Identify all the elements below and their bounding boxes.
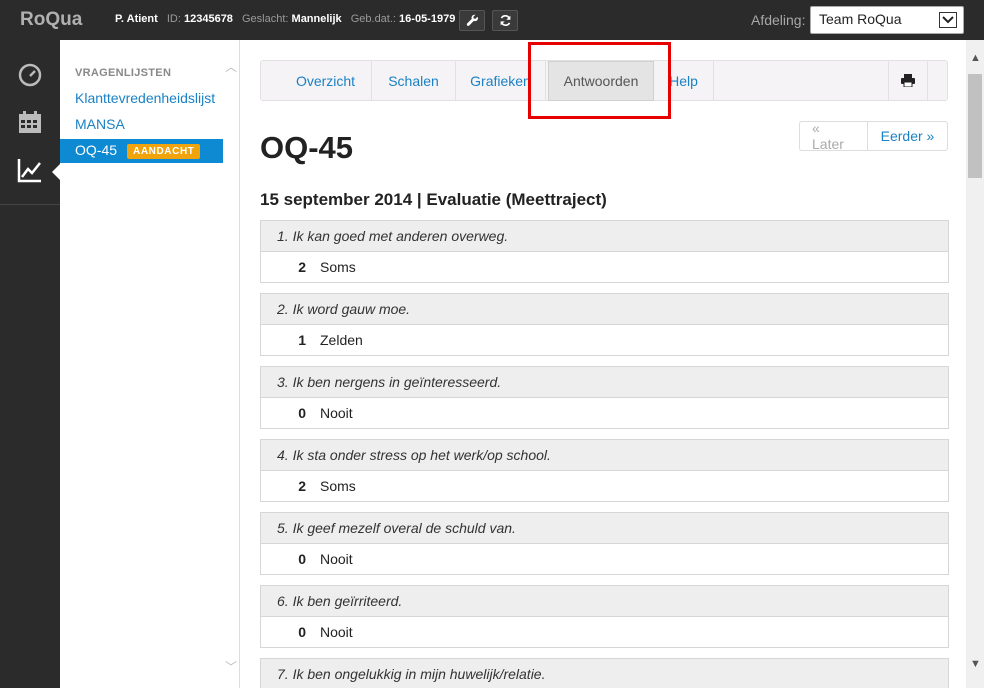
answer-text: Nooit — [320, 624, 353, 640]
print-button[interactable] — [888, 61, 928, 100]
print-icon — [901, 74, 915, 87]
question-text: 7. Ik ben ongelukkig in mijn huwelijk/re… — [261, 659, 948, 688]
department-select[interactable]: Team RoQua — [810, 6, 964, 34]
main-content: Overzicht Schalen Grafieken Antwoorden H… — [241, 40, 966, 688]
answer-row: 1 Zelden — [261, 325, 948, 355]
question-text: 5. Ik geef mezelf overal de schuld van. — [261, 513, 948, 544]
question-text: 4. Ik sta onder stress op het werk/op sc… — [261, 440, 948, 471]
page-scrollbar[interactable]: ▲ ▼ — [966, 40, 984, 688]
answer-text: Nooit — [320, 551, 353, 567]
sidebar-item-klanttevredenheidslijst[interactable]: Klanttevredenheidslijst — [60, 87, 223, 111]
answer-row: 0 Nooit — [261, 544, 948, 574]
department-value: Team RoQua — [819, 11, 902, 27]
patient-id: 12345678 — [183, 13, 233, 25]
question-text: 1. Ik kan goed met anderen overweg. — [261, 221, 948, 252]
pager: « Later Eerder » — [799, 120, 948, 152]
answer-score: 1 — [298, 332, 306, 348]
question-text: 6. Ik ben geïrriteerd. — [261, 586, 948, 617]
chevron-down-icon[interactable]: ﹀ — [225, 658, 237, 675]
patient-name: P. Atient — [115, 13, 158, 25]
answer-row: 2 Soms — [261, 471, 948, 501]
chart-icon[interactable] — [17, 157, 43, 183]
answer-score: 2 — [298, 478, 306, 494]
answer-text: Soms — [320, 259, 356, 275]
question-item: 5. Ik geef mezelf overal de schuld van. … — [260, 512, 949, 575]
answer-row: 0 Nooit — [261, 398, 948, 428]
highlight-box — [528, 42, 671, 119]
scrollbar-thumb[interactable] — [968, 74, 982, 178]
later-button[interactable]: « Later — [800, 120, 868, 152]
sidebar-item-label: MANSA — [75, 116, 125, 132]
tab-schalen[interactable]: Schalen — [372, 61, 456, 100]
patient-gender: Mannelijk — [291, 13, 342, 25]
sidebar-item-label: Klanttevredenheidslijst — [75, 90, 216, 106]
department-label: Afdeling: — [751, 12, 806, 28]
calendar-icon[interactable] — [17, 109, 43, 135]
sidebar: VRAGENLIJSTEN Klanttevredenheidslijst MA… — [60, 40, 240, 688]
rail-divider — [0, 204, 60, 205]
icon-rail — [0, 40, 60, 688]
answer-text: Nooit — [320, 405, 353, 421]
answer-text: Soms — [320, 478, 356, 494]
question-item: 4. Ik sta onder stress op het werk/op sc… — [260, 439, 949, 502]
answer-score: 0 — [298, 405, 306, 421]
question-item: 3. Ik ben nergens in geïnteresseerd. 0 No… — [260, 366, 949, 429]
earlier-button[interactable]: Eerder » — [868, 122, 947, 150]
tab-overzicht[interactable]: Overzicht — [280, 61, 372, 100]
patient-info: P. Atient ID: 12345678 Geslacht: Manneli… — [115, 13, 461, 25]
question-item: 2. Ik word gauw moe. 1 Zelden — [260, 293, 949, 356]
sidebar-item-label: OQ-45 — [75, 142, 118, 158]
wrench-button[interactable] — [459, 10, 485, 31]
question-item: 1. Ik kan goed met anderen overweg. 2 Som… — [260, 220, 949, 283]
chevron-up-icon[interactable]: ︿ — [225, 58, 237, 75]
sidebar-heading: VRAGENLIJSTEN — [75, 67, 172, 79]
patient-dob-label: Geb.dat.: — [350, 13, 396, 25]
answer-score: 0 — [298, 551, 306, 567]
status-badge: AANDACHT — [127, 144, 201, 159]
page-title: OQ-45 — [260, 130, 354, 165]
question-item: 7. Ik ben ongelukkig in mijn huwelijk/re… — [260, 658, 949, 688]
dashboard-icon[interactable] — [17, 62, 43, 88]
answer-text: Zelden — [320, 332, 363, 348]
scroll-up-icon[interactable]: ▲ — [970, 52, 981, 64]
refresh-icon — [500, 15, 510, 26]
answer-score: 0 — [298, 624, 306, 640]
measurement-subtitle: 15 september 2014 | Evaluatie (Meettraje… — [260, 190, 607, 209]
question-item: 6. Ik ben geïrriteerd. 0 Nooit — [260, 585, 949, 648]
wrench-icon — [466, 14, 478, 26]
patient-gender-label: Geslacht: — [242, 13, 289, 25]
top-bar: RoQua P. Atient ID: 12345678 Geslacht: M… — [0, 0, 984, 40]
answer-score: 2 — [298, 259, 306, 275]
answer-row: 2 Soms — [261, 252, 948, 282]
question-text: 3. Ik ben nergens in geïnteresseerd. — [261, 367, 948, 398]
sidebar-item-oq-45[interactable]: OQ-45 AANDACHT — [60, 139, 223, 163]
scroll-down-icon[interactable]: ▼ — [970, 658, 981, 670]
sidebar-item-mansa[interactable]: MANSA — [60, 113, 223, 137]
answer-row: 0 Nooit — [261, 617, 948, 647]
active-pointer — [52, 164, 60, 180]
patient-dob: 16-05-1979 — [399, 13, 456, 25]
chevron-down-icon — [939, 12, 957, 28]
refresh-button[interactable] — [492, 10, 518, 31]
question-text: 2. Ik word gauw moe. — [261, 294, 948, 325]
patient-id-label: ID: — [166, 13, 181, 25]
brand-logo[interactable]: RoQua — [20, 9, 82, 31]
